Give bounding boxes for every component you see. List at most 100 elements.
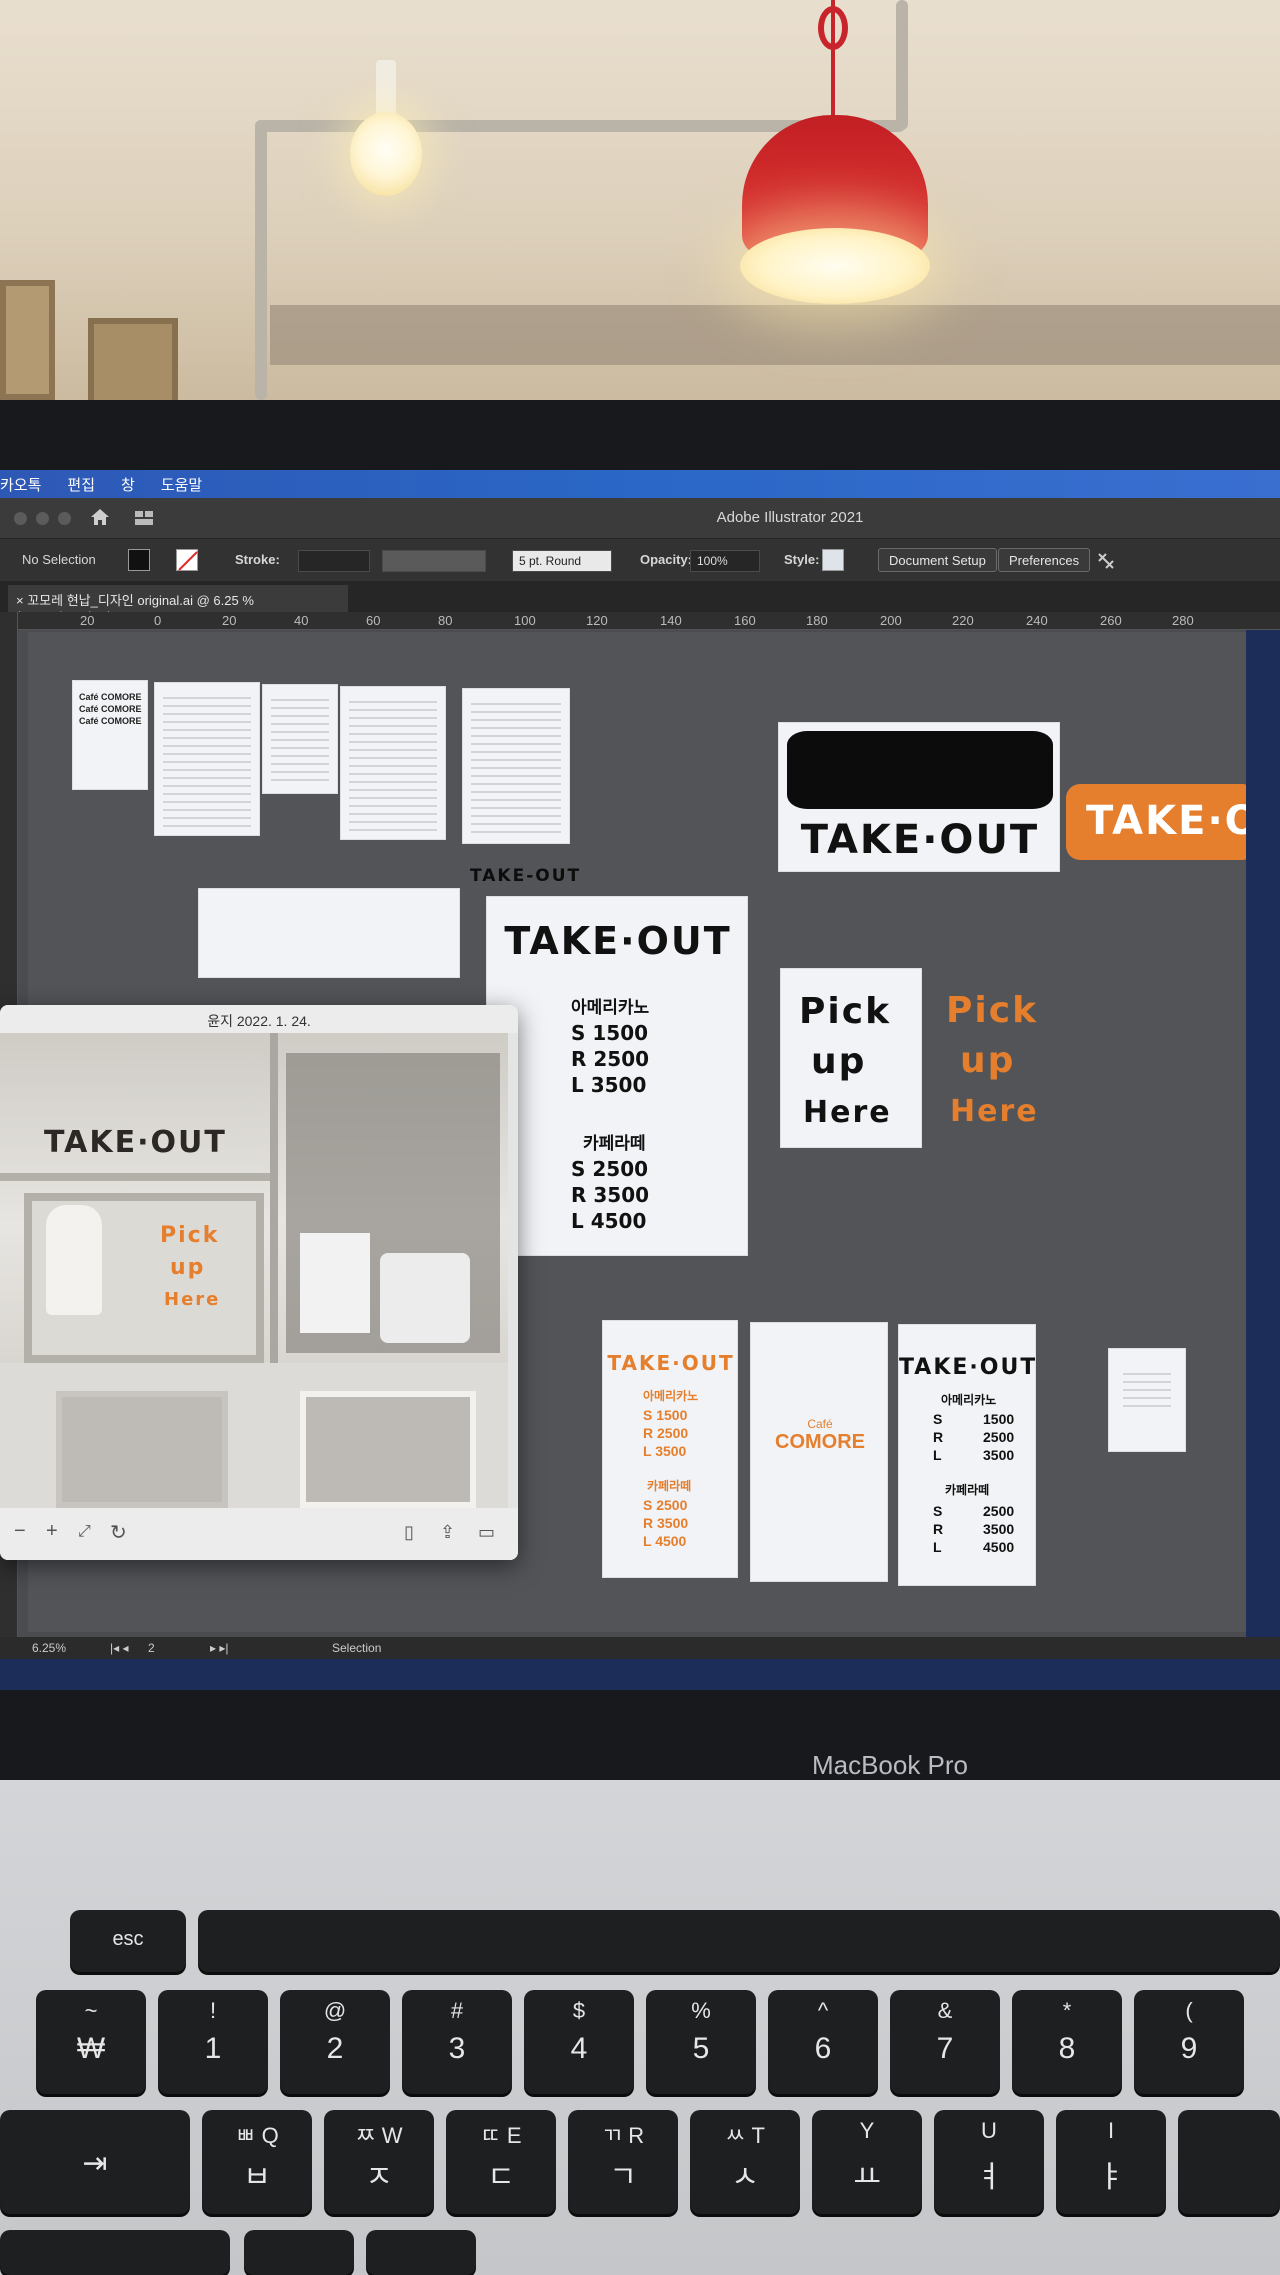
stroke-swatch[interactable] [176, 549, 198, 571]
price-row: S 1500 [571, 1021, 649, 1045]
key[interactable]: ! 1 [158, 1990, 268, 2094]
key[interactable]: ~ ₩ [36, 1990, 146, 2094]
photo-curtain [46, 1205, 102, 1315]
artboard-number[interactable]: 2 [148, 1641, 155, 1655]
arrange-icon[interactable] [1096, 551, 1116, 571]
brush-definition-field[interactable]: 5 pt. Round [512, 550, 612, 572]
folder-icon[interactable]: ▭ [478, 1522, 495, 1543]
rotate-icon[interactable]: ↻ [110, 1520, 127, 1545]
graphic-style-swatch[interactable] [822, 549, 844, 571]
key-label: # [450, 1998, 464, 2023]
key[interactable]: @2 [280, 1990, 390, 2094]
artboard-small-notice[interactable] [1108, 1348, 1186, 1452]
americano-label: 아메리카노 [571, 998, 650, 1018]
document-tab-bar: × 꼬모레 현납_디자인 original.ai @ 6.25 % (CMYK/… [0, 582, 1280, 624]
stroke-weight-field[interactable] [298, 550, 370, 572]
artboard-small-menu[interactable]: Café COMORE Café COMORE Café COMORE [72, 680, 148, 790]
artboard-stand-sign-black[interactable]: TAKE·OUT 아메리카노 S 1500 R 2500 L 3500 카페라떼… [898, 1324, 1036, 1586]
key[interactable]: $4 [524, 1990, 634, 2094]
key[interactable]: ㅉ W ㅈ [324, 2110, 434, 2214]
pickup-word: up [960, 1040, 1016, 1081]
brand-line: Café COMORE [79, 704, 142, 714]
app-title: Adobe Illustrator 2021 [716, 509, 864, 526]
fill-swatch[interactable] [128, 549, 150, 571]
key[interactable]: Uㅕ [934, 2110, 1044, 2214]
key-tab[interactable]: ⇥ [0, 2110, 190, 2214]
menu-item-app[interactable]: 카오톡 [0, 474, 41, 495]
key[interactable]: ㄲ R ㄱ [568, 2110, 678, 2214]
key-label: 9 [1180, 2032, 1198, 2065]
key-label: 6 [814, 2032, 832, 2065]
wall-frame [0, 280, 55, 400]
artboard-takeout-menu[interactable] [340, 686, 446, 840]
artboard-next-icon[interactable]: ▸ ▸| [210, 1641, 229, 1655]
ruler-mark: 60 [366, 613, 381, 628]
artboard-takeout-menu[interactable] [462, 688, 570, 844]
cafe-label: Café [807, 1417, 833, 1431]
preview-photo: TAKE·OUT Pick up Here [0, 1033, 508, 1508]
key-label: ㄷ [487, 2161, 515, 2194]
artboard-main-takeout-sign[interactable]: TAKE·OUT 아메리카노 S 1500 R 2500 L 3500 카페라떼… [486, 896, 748, 1256]
artboard-nav-icon[interactable]: |◂ ◂ [110, 1641, 129, 1655]
opacity-field[interactable]: 100% [690, 550, 760, 572]
fullscreen-icon[interactable]: ⤢ [78, 1523, 91, 1541]
key[interactable] [1178, 2110, 1280, 2214]
no-stroke-icon [178, 551, 198, 571]
preferences-button[interactable]: Preferences [998, 548, 1091, 572]
price-row: S 2500 [643, 1497, 688, 1513]
ceiling-pipe-top [896, 0, 908, 130]
key[interactable]: ㄸ E ㄷ [446, 2110, 556, 2214]
ruler-mark: 240 [1026, 613, 1048, 628]
key[interactable]: ㅃ Q ㅂ [202, 2110, 312, 2214]
document-setup-button[interactable]: Document Setup [878, 548, 997, 572]
artboard-takeout-orange-banner[interactable]: TAKE·O [1066, 784, 1246, 860]
artboard-takeout-menu[interactable] [262, 684, 338, 794]
menu-item-edit[interactable]: 편집 [67, 474, 95, 495]
key[interactable]: Iㅑ [1056, 2110, 1166, 2214]
key[interactable]: * 8 [1012, 1990, 1122, 2094]
key[interactable]: % 5 [646, 1990, 756, 2094]
lamp-light [740, 228, 930, 304]
ruler-mark: 40 [294, 613, 309, 628]
key-esc[interactable]: esc [70, 1910, 186, 1972]
artboard-takeout-banner[interactable]: TAKE·OUT [778, 722, 1060, 872]
horizontal-ruler[interactable]: 20 0 20 40 60 80 100 120 140 160 180 200… [18, 612, 1280, 630]
key[interactable]: ㅆ T ㅅ [690, 2110, 800, 2214]
artboard-blank[interactable] [198, 888, 460, 978]
document-tab[interactable]: × 꼬모레 현납_디자인 original.ai @ 6.25 % (CMYK/… [8, 585, 348, 624]
key[interactable]: & 7 [890, 1990, 1000, 2094]
key-label: 2 [326, 2032, 344, 2065]
close-tab-icon[interactable]: × [16, 593, 24, 608]
key-label: ㅈ [365, 2161, 393, 2194]
key[interactable]: (9 [1134, 1990, 1244, 2094]
pickup-orange-art[interactable]: Pick up Here [932, 968, 1072, 1148]
menu-item-window[interactable]: 창 [121, 474, 135, 495]
artboard-menu-list[interactable] [154, 682, 260, 836]
bookmark-icon[interactable]: ▯ [404, 1522, 414, 1543]
zoom-out-icon[interactable]: − [14, 1520, 26, 1543]
takeout-banner-text: TAKE·OUT [800, 817, 1040, 863]
artboard-stand-sign-brand[interactable]: Café COMORE [750, 1322, 888, 1582]
key-label: 5 [692, 2032, 710, 2065]
brand-label: COMORE [775, 1431, 865, 1453]
menu-item-help[interactable]: 도움말 [161, 474, 202, 495]
key[interactable]: #3 [402, 1990, 512, 2094]
key-caps[interactable] [0, 2230, 230, 2275]
touch-bar[interactable] [198, 1910, 1280, 1972]
key[interactable] [366, 2230, 476, 2275]
preview-window[interactable]: 윤지 2022. 1. 24. TAKE·OUT Pick up Here − … [0, 1005, 518, 1560]
price-cell: 3500 [983, 1521, 1015, 1537]
share-icon[interactable]: ⇪ [440, 1522, 455, 1543]
zoom-in-icon[interactable]: + [46, 1520, 58, 1543]
artboard-stand-sign-orange[interactable]: TAKE·OUT 아메리카노 S 1500 R 2500 L 3500 카페라떼… [602, 1320, 738, 1578]
artboard-pickup-sign[interactable]: Pick up Here [780, 968, 922, 1148]
key[interactable] [244, 2230, 354, 2275]
key[interactable]: ^ 6 [768, 1990, 878, 2094]
menu-text-lines [271, 693, 329, 785]
key[interactable]: Yㅛ [812, 2110, 922, 2214]
key-label: Y [859, 2118, 875, 2143]
preview-title: 윤지 2022. 1. 24. [0, 1005, 518, 1033]
zoom-level[interactable]: 6.25% [32, 1641, 66, 1655]
variable-width-field[interactable] [382, 550, 486, 572]
americano-label: 아메리카노 [643, 1389, 699, 1403]
